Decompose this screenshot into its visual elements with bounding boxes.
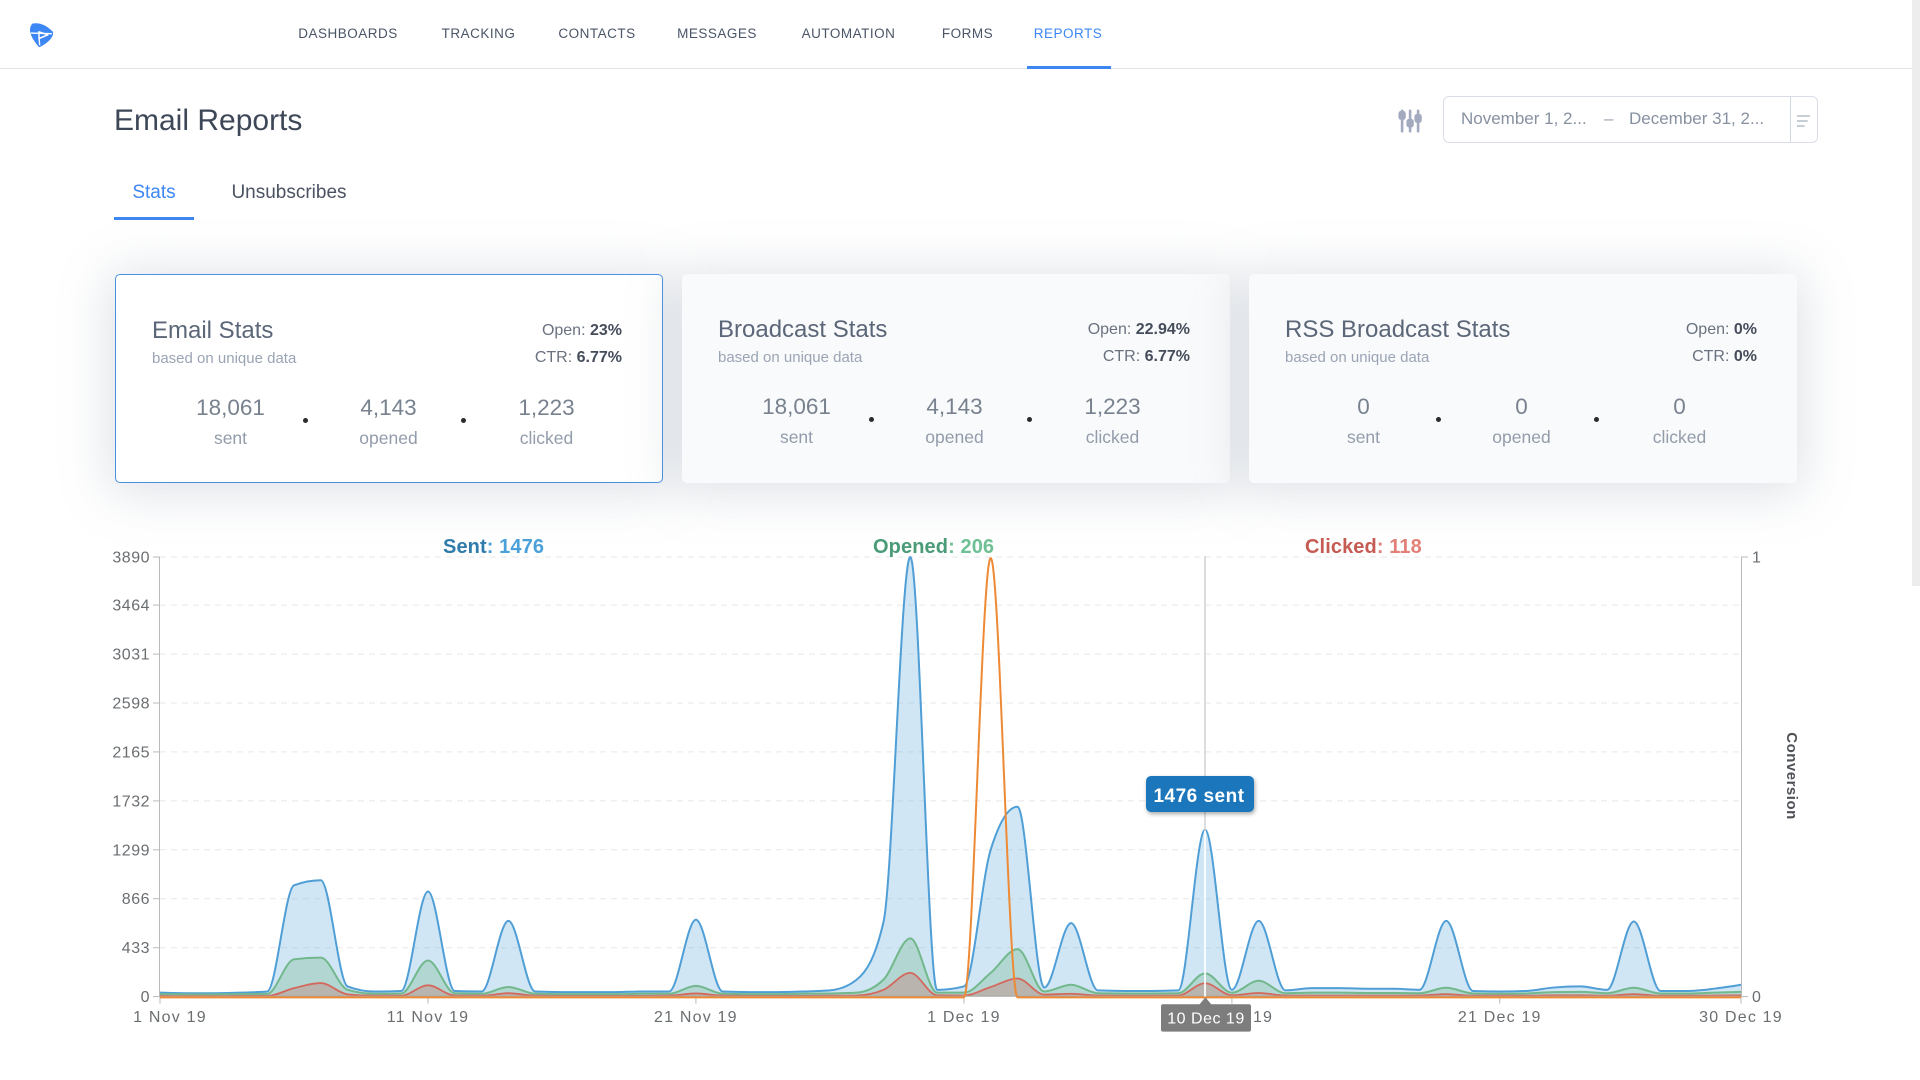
svg-text:866: 866 xyxy=(122,891,150,908)
svg-text:1: 1 xyxy=(1752,550,1761,567)
svg-text:2165: 2165 xyxy=(112,744,150,761)
svg-text:2598: 2598 xyxy=(112,696,150,713)
svg-text:1732: 1732 xyxy=(112,793,150,810)
svg-text:21 Dec 19: 21 Dec 19 xyxy=(1458,1009,1542,1026)
svg-text:1 Dec 19: 1 Dec 19 xyxy=(927,1009,1001,1026)
svg-text:3464: 3464 xyxy=(112,598,150,615)
svg-text:1476 sent: 1476 sent xyxy=(1153,786,1244,807)
svg-text:Clicked: 118: Clicked: 118 xyxy=(1305,536,1422,558)
svg-text:3031: 3031 xyxy=(112,647,150,664)
svg-text:Opened: 206: Opened: 206 xyxy=(873,536,994,558)
svg-text:0: 0 xyxy=(1752,989,1761,1006)
svg-text:3890: 3890 xyxy=(112,550,150,567)
svg-text:Conversion: Conversion xyxy=(1783,732,1800,820)
svg-text:433: 433 xyxy=(122,940,150,957)
svg-text:1 Nov 19: 1 Nov 19 xyxy=(133,1009,207,1026)
svg-text:Sent: 1476: Sent: 1476 xyxy=(443,536,544,558)
svg-text:10 Dec 19: 10 Dec 19 xyxy=(1167,1011,1244,1028)
svg-text:11 Nov 19: 11 Nov 19 xyxy=(387,1009,470,1026)
svg-text:1299: 1299 xyxy=(112,842,150,859)
svg-text:21 Nov 19: 21 Nov 19 xyxy=(654,1009,738,1026)
svg-text:30 Dec 19: 30 Dec 19 xyxy=(1699,1009,1783,1026)
svg-text:0: 0 xyxy=(141,989,150,1006)
